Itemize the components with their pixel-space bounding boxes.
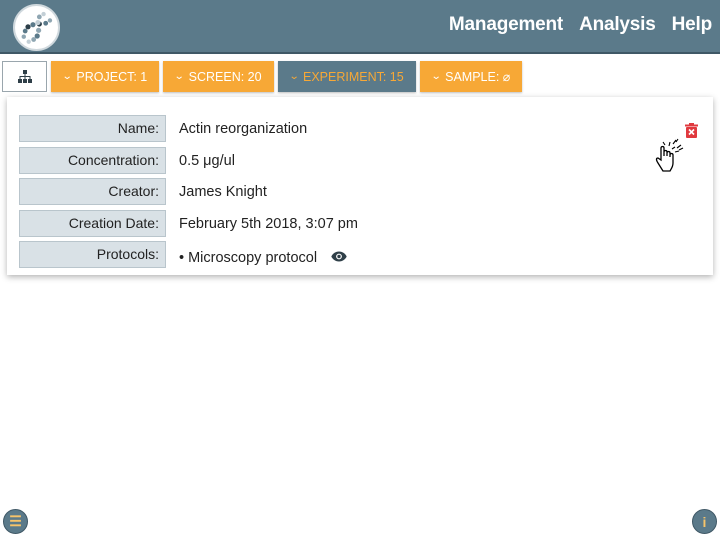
creator-row: Creator: James Knight (19, 178, 267, 205)
protocols-label: Protocols: (19, 241, 166, 268)
top-bar: Management Analysis Help (0, 0, 720, 54)
concentration-value: 0.5 μg/ul (179, 152, 235, 169)
chevron-down-icon: ⌄ (430, 71, 442, 82)
protocol-item[interactable]: • Microscopy protocol (179, 250, 317, 266)
breadcrumb-experiment-label: EXPERIMENT: 15 (302, 69, 404, 84)
name-label: Name: (19, 115, 166, 142)
tree-view-button[interactable] (2, 61, 47, 92)
info-button[interactable]: i (692, 509, 717, 534)
eye-icon[interactable] (331, 250, 347, 266)
menu-button[interactable]: ☰ (3, 509, 28, 534)
creator-label: Creator: (19, 178, 166, 205)
hierarchy-icon (17, 70, 32, 83)
nav-analysis[interactable]: Analysis (579, 14, 656, 36)
breadcrumb-sample-label: SAMPLE: ⌀ (445, 70, 511, 84)
experiment-details-card: Name: Actin reorganization Concentration… (7, 97, 713, 275)
chevron-down-icon: ⌄ (61, 71, 73, 82)
info-icon: i (702, 513, 707, 530)
concentration-row: Concentration: 0.5 μg/ul (19, 147, 235, 174)
nav-help[interactable]: Help (672, 14, 713, 36)
name-value: Actin reorganization (179, 120, 308, 137)
creation-date-value: February 5th 2018, 3:07 pm (179, 215, 358, 232)
breadcrumb-experiment[interactable]: ⌄ EXPERIMENT: 15 (277, 61, 416, 92)
name-row: Name: Actin reorganization (19, 115, 307, 142)
creation-date-row: Creation Date: February 5th 2018, 3:07 p… (19, 210, 358, 237)
breadcrumb-project[interactable]: ⌄ PROJECT: 1 (51, 61, 160, 92)
protocols-row: Protocols: • Microscopy protocol (19, 241, 347, 268)
menu-icon: ☰ (9, 513, 22, 529)
breadcrumb-sample[interactable]: ⌄ SAMPLE: ⌀ (419, 61, 523, 92)
breadcrumb-screen[interactable]: ⌄ SCREEN: 20 (163, 61, 274, 92)
nav-management[interactable]: Management (449, 14, 563, 36)
chevron-down-icon: ⌄ (288, 71, 300, 82)
breadcrumb-screen-label: SCREEN: 20 (188, 69, 262, 84)
breadcrumb: ⌄ PROJECT: 1 ⌄ SCREEN: 20 ⌄ EXPERIMENT: … (2, 61, 523, 92)
creator-value: James Knight (179, 183, 267, 200)
main-nav: Management Analysis Help (449, 14, 712, 36)
chevron-down-icon: ⌄ (173, 71, 185, 82)
breadcrumb-project-label: PROJECT: 1 (76, 69, 148, 84)
creation-date-label: Creation Date: (19, 210, 166, 237)
concentration-label: Concentration: (19, 147, 166, 174)
trash-delete-icon (685, 123, 698, 138)
hand-pointer-icon (655, 138, 684, 172)
app-logo[interactable] (13, 4, 60, 51)
protocols-value: • Microscopy protocol (179, 250, 347, 266)
